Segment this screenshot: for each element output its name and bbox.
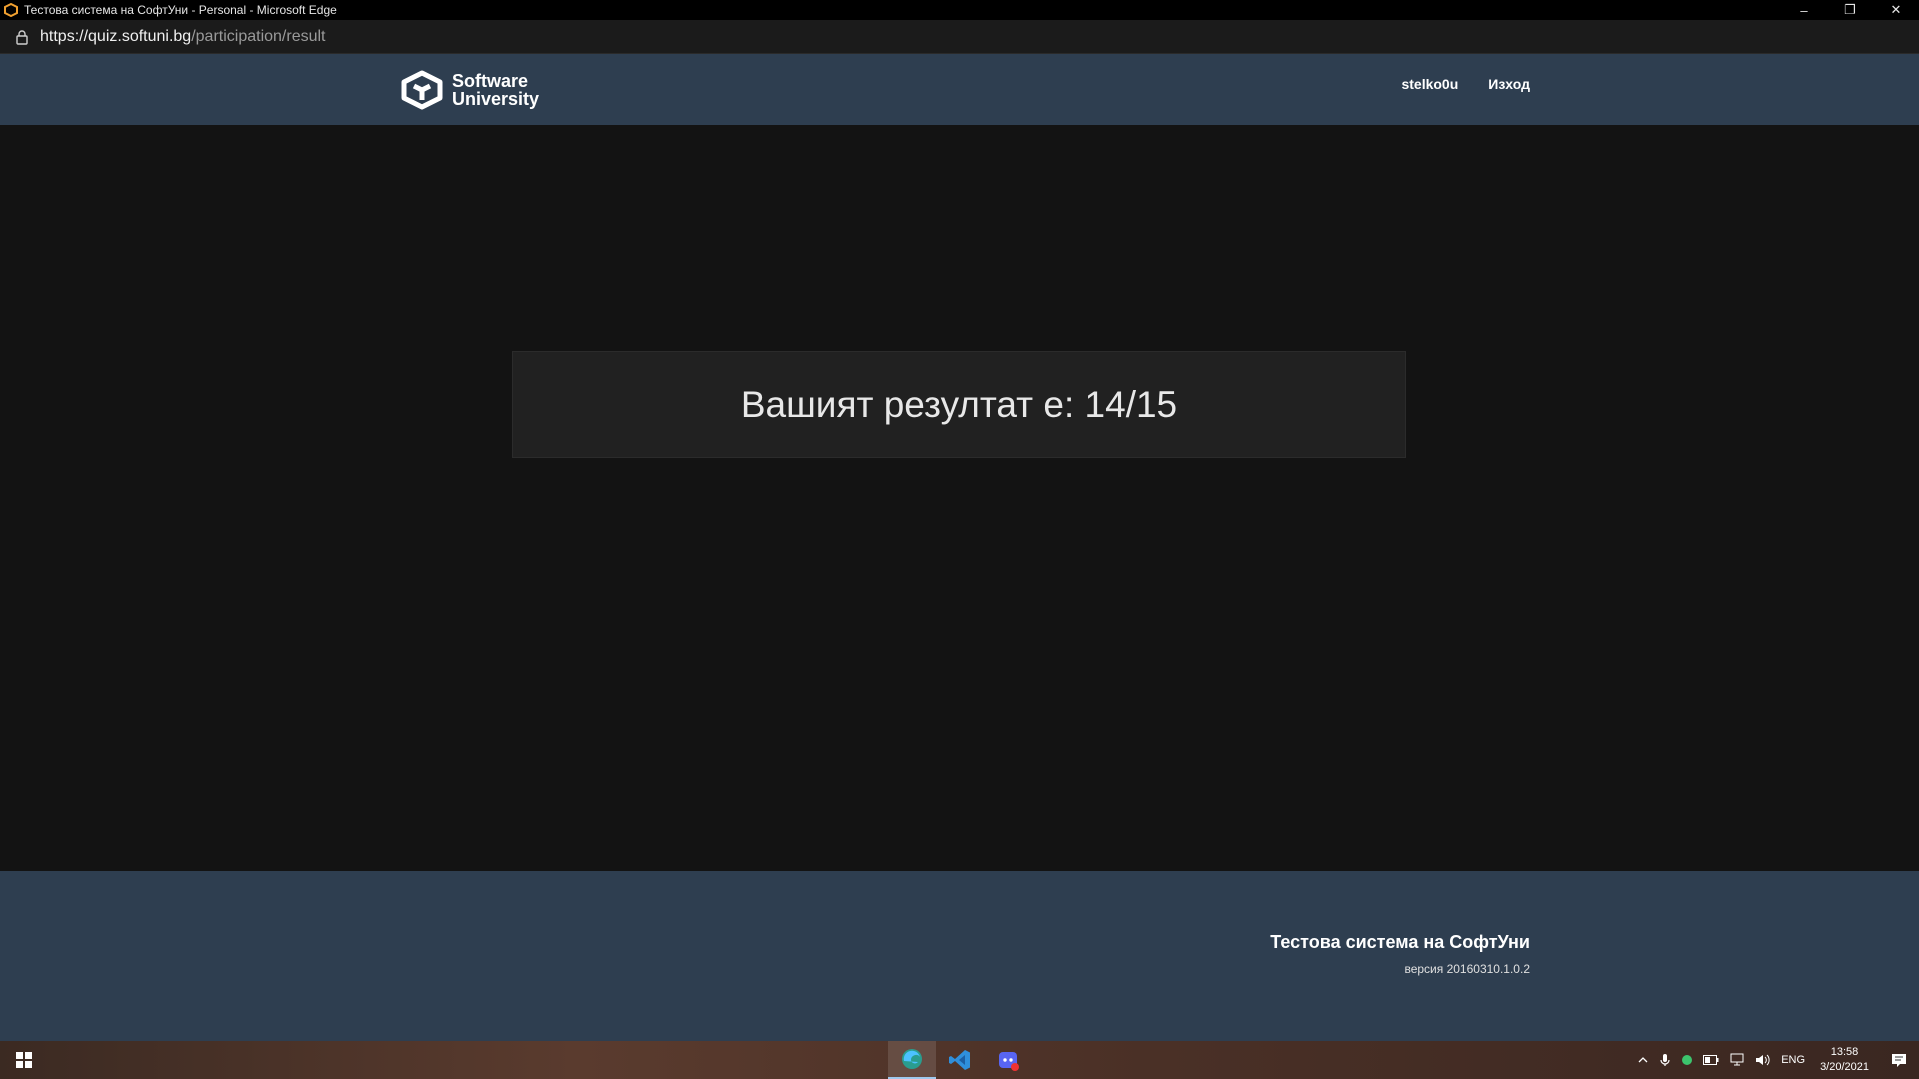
logout-link[interactable]: Изход bbox=[1488, 76, 1530, 92]
taskbar-vscode[interactable] bbox=[936, 1041, 984, 1079]
url-host[interactable]: https://quiz.softuni.bg bbox=[40, 28, 191, 46]
edge-icon bbox=[902, 1049, 922, 1069]
lock-icon[interactable] bbox=[14, 29, 30, 45]
username-link[interactable]: stelko0u bbox=[1401, 76, 1458, 92]
header-nav: stelko0u Изход bbox=[1401, 76, 1530, 92]
discord-icon bbox=[999, 1052, 1019, 1071]
start-button[interactable] bbox=[0, 1041, 48, 1079]
system-tray: ENG 13:58 3/20/2021 bbox=[1632, 1041, 1919, 1079]
network-icon[interactable] bbox=[1729, 1053, 1745, 1067]
softuni-logo[interactable]: Software University bbox=[400, 70, 539, 110]
status-dot-icon[interactable] bbox=[1681, 1054, 1693, 1066]
softuni-logo-icon bbox=[401, 70, 443, 110]
notification-icon bbox=[1892, 1054, 1906, 1067]
minimize-button[interactable]: – bbox=[1781, 0, 1827, 20]
volume-icon[interactable] bbox=[1755, 1053, 1771, 1067]
taskbar-apps bbox=[888, 1041, 1032, 1079]
clock[interactable]: 13:58 3/20/2021 bbox=[1820, 1045, 1869, 1075]
window-controls: – ❐ ✕ bbox=[1781, 0, 1919, 20]
taskbar: ENG 13:58 3/20/2021 bbox=[0, 1041, 1919, 1079]
logo-line-1: Software bbox=[452, 71, 529, 91]
clock-time: 13:58 bbox=[1830, 1046, 1859, 1058]
logo-line-2: University bbox=[452, 89, 540, 109]
clock-date: 3/20/2021 bbox=[1820, 1061, 1869, 1073]
result-panel: Вашият резултат е: 14/15 bbox=[512, 351, 1406, 458]
window-title: Тестова система на СофтУни - Personal - … bbox=[24, 3, 337, 17]
notification-center-button[interactable] bbox=[1879, 1041, 1919, 1079]
windows-icon bbox=[16, 1052, 32, 1068]
footer-title: Тестова система на СофтУни bbox=[1270, 932, 1530, 952]
battery-icon[interactable] bbox=[1703, 1055, 1719, 1065]
language-indicator[interactable]: ENG bbox=[1781, 1054, 1805, 1066]
close-button[interactable]: ✕ bbox=[1873, 0, 1919, 20]
site-header: Software University stelko0u Изход bbox=[0, 54, 1919, 125]
address-bar[interactable]: https://quiz.softuni.bg/participation/re… bbox=[0, 20, 1919, 54]
url-path[interactable]: /participation/result bbox=[191, 28, 325, 46]
taskbar-edge[interactable] bbox=[888, 1041, 936, 1079]
microphone-icon[interactable] bbox=[1659, 1053, 1671, 1067]
vscode-icon bbox=[949, 1050, 970, 1070]
logo-text: Software University bbox=[452, 72, 539, 108]
softuni-favicon-icon bbox=[4, 3, 18, 17]
taskbar-discord[interactable] bbox=[984, 1041, 1032, 1079]
result-score-text: Вашият резултат е: 14/15 bbox=[740, 383, 1178, 425]
chevron-up-icon[interactable] bbox=[1637, 1054, 1649, 1066]
site-footer: Тестова система на СофтУни версия 201603… bbox=[0, 871, 1919, 1041]
window-title-bar: Тестова система на СофтУни - Personal - … bbox=[0, 0, 1919, 20]
footer-version: версия 20160310.1.0.2 bbox=[1404, 962, 1530, 976]
restore-button[interactable]: ❐ bbox=[1827, 0, 1873, 20]
